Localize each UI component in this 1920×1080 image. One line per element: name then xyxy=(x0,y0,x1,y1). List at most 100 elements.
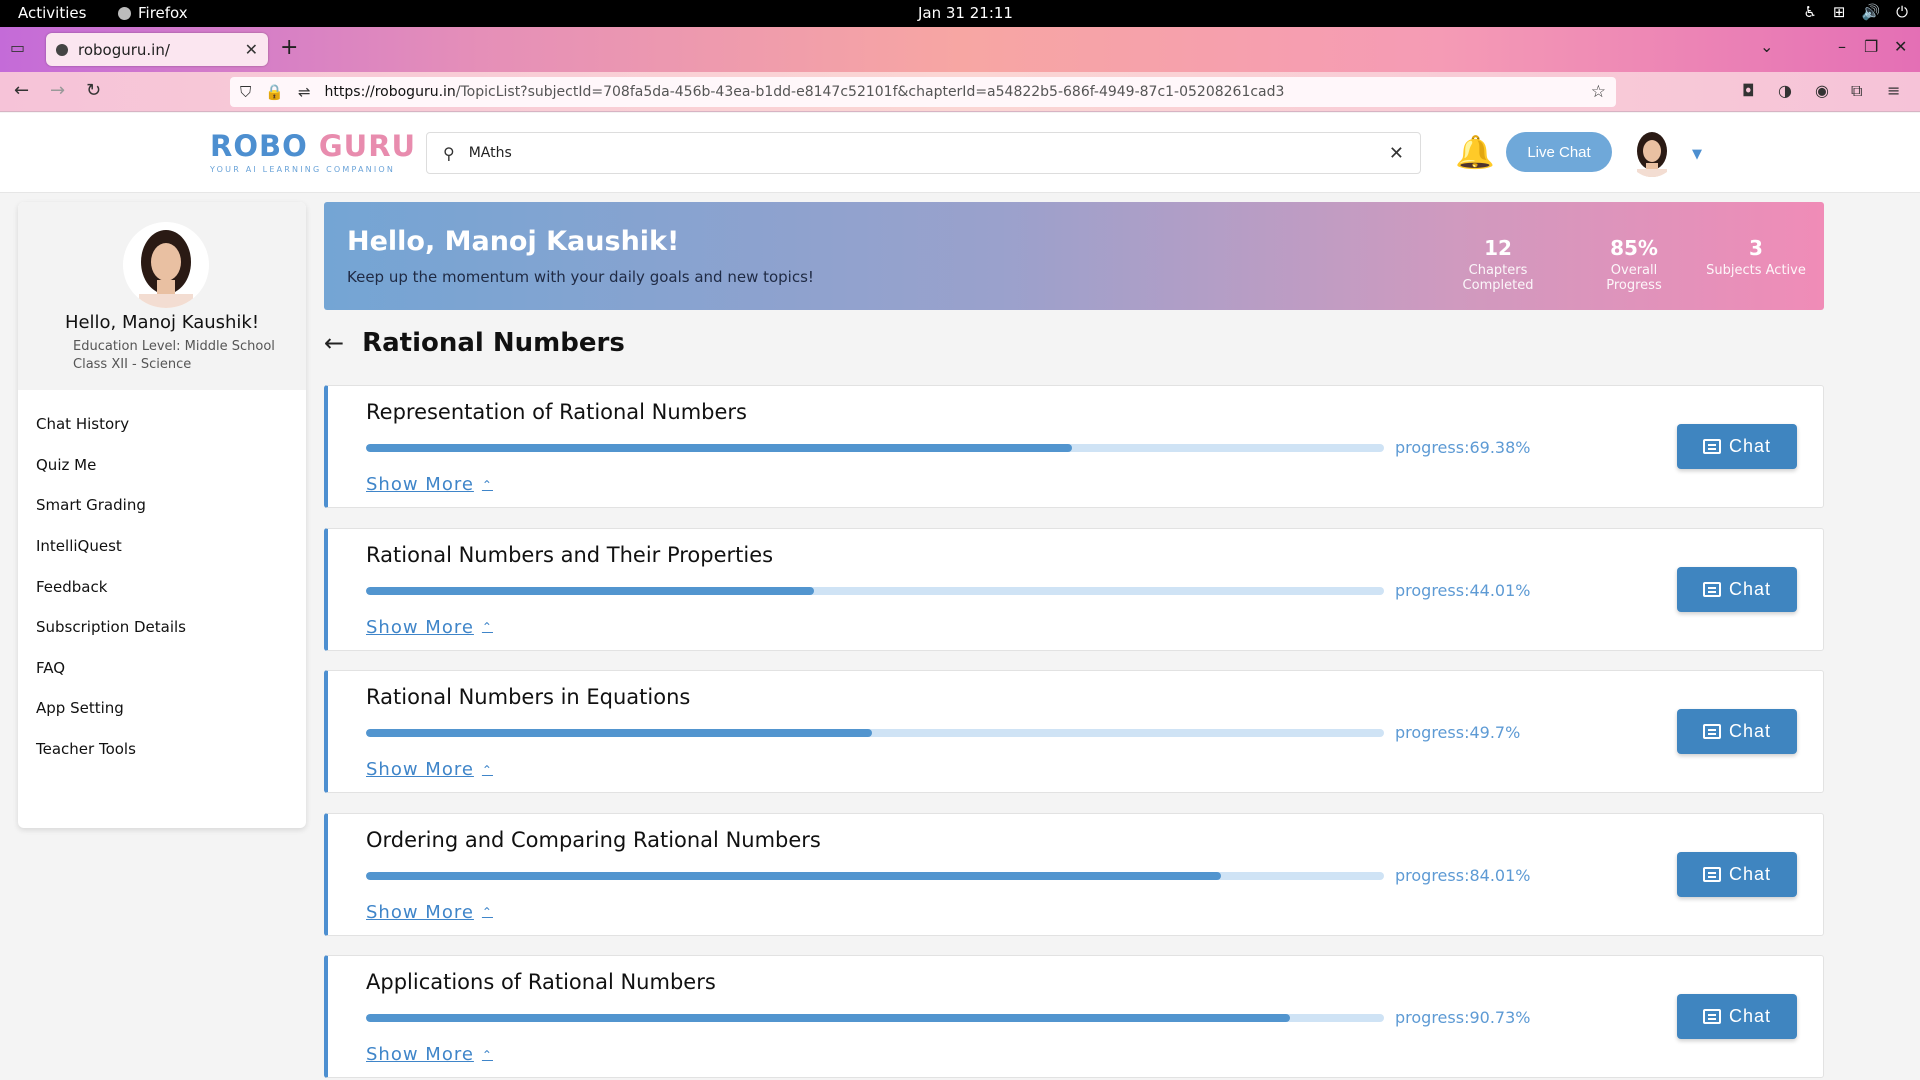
logo-robo-text: ROBO xyxy=(210,129,308,163)
chevron-up-icon: ⌃ xyxy=(481,762,493,777)
network-icon[interactable]: ⊞ xyxy=(1833,3,1846,21)
sidebar-item-app-setting[interactable]: App Setting xyxy=(18,688,306,729)
sidebar-item-subscription-details[interactable]: Subscription Details xyxy=(18,607,306,648)
message-icon xyxy=(1702,866,1721,882)
permissions-icon[interactable]: ⇌ xyxy=(298,83,311,101)
close-window-icon[interactable]: ✕ xyxy=(1894,37,1907,56)
accessibility-icon[interactable]: ♿ xyxy=(1803,3,1816,21)
url-text[interactable]: https://roboguru.in/TopicList?subjectId=… xyxy=(325,84,1591,100)
topic-title[interactable]: Rational Numbers in Equations xyxy=(366,685,690,709)
browser-tab-strip: ▭ roboguru.in/ ✕ + ⌄ – ❐ ✕ xyxy=(0,27,1920,72)
education-level: Education Level: Middle School xyxy=(73,339,275,354)
tab-title: roboguru.in/ xyxy=(78,40,170,59)
system-clock[interactable]: Jan 31 21:11 xyxy=(918,4,1013,22)
list-all-tabs-icon[interactable]: ⌄ xyxy=(1760,37,1773,56)
shield-icon[interactable]: ⛉ xyxy=(240,83,251,101)
topic-title[interactable]: Applications of Rational Numbers xyxy=(366,970,716,994)
clear-search-icon[interactable]: ✕ xyxy=(1389,143,1404,164)
chat-label: Chat xyxy=(1728,578,1772,599)
extensions-icon[interactable]: ⧉ xyxy=(1851,81,1862,101)
progress-bar-fill xyxy=(366,586,815,595)
show-more-link[interactable]: Show More ⌃ xyxy=(366,759,493,780)
sidebar-item-feedback[interactable]: Feedback xyxy=(18,566,306,607)
topic-card: Rational Numbers in Equations progress:4… xyxy=(324,670,1824,793)
browser-tab[interactable]: roboguru.in/ ✕ xyxy=(46,33,268,66)
lock-icon[interactable]: 🔒 xyxy=(265,83,284,101)
page-title: Rational Numbers xyxy=(362,328,625,358)
show-more-link[interactable]: Show More ⌃ xyxy=(366,617,493,638)
message-icon xyxy=(1702,1009,1721,1024)
chat-button[interactable]: Chat xyxy=(1677,709,1797,754)
chat-button[interactable]: Chat xyxy=(1677,851,1797,897)
progress-text: progress:90.73% xyxy=(1395,1008,1531,1027)
avatar-portrait-icon xyxy=(1627,127,1677,177)
volume-icon[interactable]: 🔊 xyxy=(1861,3,1880,21)
logo-guru-text: GURU xyxy=(318,129,417,163)
stat-value: 12 xyxy=(1484,236,1512,260)
sidebar-item-smart-grading[interactable]: Smart Grading xyxy=(18,485,306,526)
url-path: /TopicList?subjectId=708fa5da-456b-43ea-… xyxy=(455,84,1285,100)
extension-icon[interactable]: ◑ xyxy=(1778,81,1792,100)
close-tab-icon[interactable]: ✕ xyxy=(245,40,258,59)
show-more-label: Show More xyxy=(366,616,474,638)
activities-button[interactable]: Activities xyxy=(18,4,86,22)
bookmark-star-icon[interactable]: ☆ xyxy=(1591,82,1606,102)
system-tray[interactable]: ♿ ⊞ 🔊 ⏻ xyxy=(1803,3,1908,21)
topic-title[interactable]: Ordering and Comparing Rational Numbers xyxy=(366,828,821,852)
stat-subjects-active: 3 Subjects Active xyxy=(1704,236,1808,278)
url-bar[interactable]: ⛉ 🔒 ⇌ https://roboguru.in/TopicList?subj… xyxy=(230,77,1616,107)
profile-name: Hello, Manoj Kaushik! xyxy=(64,312,260,333)
robo-guru-logo[interactable]: ROBO GURU YOUR AI LEARNING COMPANION xyxy=(210,129,416,174)
account-icon[interactable]: ◉ xyxy=(1815,81,1829,100)
url-host: https://roboguru.in xyxy=(324,84,456,100)
page-title-row: ← Rational Numbers xyxy=(324,328,625,358)
hamburger-menu-icon[interactable]: ≡ xyxy=(1887,81,1900,100)
minimize-icon[interactable]: – xyxy=(1838,37,1846,56)
new-tab-icon[interactable]: + xyxy=(280,35,298,60)
search-box[interactable]: ⚲ ✕ xyxy=(426,132,1421,174)
profile-portrait-icon xyxy=(123,222,209,308)
site-favicon-icon xyxy=(56,43,68,56)
chat-button[interactable]: Chat xyxy=(1677,566,1797,612)
browser-nav-bar: ← → ↻ ⛉ 🔒 ⇌ https://roboguru.in/TopicLis… xyxy=(0,72,1920,112)
stat-label: Subjects Active xyxy=(1706,263,1806,278)
chat-button[interactable]: Chat xyxy=(1677,424,1797,469)
sidebar-item-faq[interactable]: FAQ xyxy=(18,648,306,689)
topic-card: Ordering and Comparing Rational Numbers … xyxy=(324,812,1824,936)
sidebar-item-intelliquest[interactable]: IntelliQuest xyxy=(18,526,306,567)
progress-bar xyxy=(366,586,1384,595)
chevron-up-icon: ⌃ xyxy=(481,477,493,492)
search-input[interactable] xyxy=(468,145,1389,161)
firefox-app-menu[interactable]: Firefox xyxy=(118,4,188,22)
firefox-view-icon[interactable]: ▭ xyxy=(10,38,32,60)
progress-bar xyxy=(366,1014,1384,1022)
show-more-link[interactable]: Show More ⌃ xyxy=(366,1044,493,1065)
sidebar-item-teacher-tools[interactable]: Teacher Tools xyxy=(18,729,306,770)
stat-chapters-completed: 12 Chapters Completed xyxy=(1436,236,1560,293)
message-icon xyxy=(1702,581,1721,597)
reload-icon[interactable]: ↻ xyxy=(86,80,101,101)
topic-card: Representation of Rational Numbers progr… xyxy=(324,385,1824,508)
sidebar-item-chat-history[interactable]: Chat History xyxy=(18,404,306,445)
show-more-link[interactable]: Show More ⌃ xyxy=(366,474,493,495)
forward-icon[interactable]: → xyxy=(50,80,65,101)
show-more-link[interactable]: Show More ⌃ xyxy=(366,902,493,923)
chat-button[interactable]: Chat xyxy=(1677,994,1797,1039)
topic-card: Rational Numbers and Their Properties pr… xyxy=(324,527,1824,651)
back-icon[interactable]: ← xyxy=(14,80,29,101)
system-top-bar: Activities Firefox Jan 31 21:11 ♿ ⊞ 🔊 ⏻ xyxy=(0,0,1920,27)
show-more-label: Show More xyxy=(366,759,474,780)
topic-title[interactable]: Representation of Rational Numbers xyxy=(366,400,747,424)
chat-label: Chat xyxy=(1728,721,1772,741)
pocket-icon[interactable]: ◘ xyxy=(1742,81,1755,100)
chat-label: Chat xyxy=(1728,1006,1772,1026)
power-icon[interactable]: ⏻ xyxy=(1896,3,1908,21)
restore-icon[interactable]: ❐ xyxy=(1864,37,1878,56)
chevron-down-icon[interactable]: ▼ xyxy=(1692,147,1702,162)
sidebar-item-quiz-me[interactable]: Quiz Me xyxy=(18,445,306,486)
user-avatar[interactable] xyxy=(1627,127,1677,177)
back-arrow-icon[interactable]: ← xyxy=(324,329,344,357)
topic-title[interactable]: Rational Numbers and Their Properties xyxy=(366,543,773,567)
live-chat-button[interactable]: Live Chat xyxy=(1506,132,1612,172)
notification-bell-icon[interactable]: 🔔 xyxy=(1455,133,1495,171)
